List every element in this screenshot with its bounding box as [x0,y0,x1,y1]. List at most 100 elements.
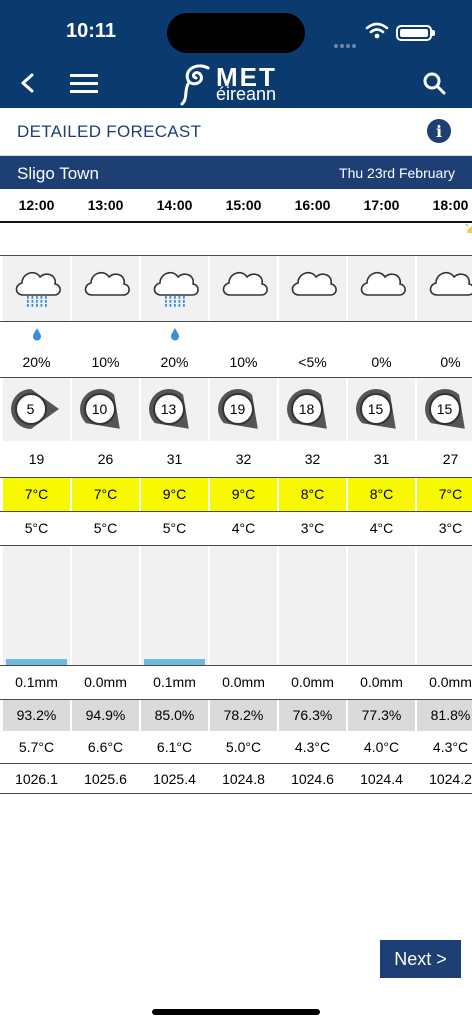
forecast-grid[interactable]: 12:00 20% 5 19 7°C 5°C 0.1mm 93.2% 5.7°C 1026.1 13… [0,189,472,794]
home-indicator [152,1009,320,1015]
humidity: 76.3% [279,699,346,731]
wind-gust: 32 [304,451,321,467]
next-button[interactable]: Next > [380,940,461,978]
wind-direction-icon: 15 [419,387,472,431]
row-divider [0,477,472,478]
row-divider [0,545,472,546]
raindrop-icon [32,328,41,341]
wind-speed: 5 [14,393,47,425]
sun-row-cell [141,221,208,255]
wind-gust: 31 [166,451,183,467]
row-divider [0,255,472,256]
location-bar: Sligo Town Thu 23rd February [0,156,472,189]
precip-probability: 20% [160,354,189,370]
forecast-column: 18:00 0% 15 27 7°C 3°C 0.0mm 81.8% 4.3°C 1024.2 [417,189,472,794]
cloud-rain-icon [149,265,201,312]
info-button[interactable]: i [427,119,451,143]
dynamic-island [167,13,305,53]
wind-gust: 19 [28,451,45,467]
humidity: 93.2% [3,699,70,731]
cloud-icon [287,265,339,312]
sun-row-cell [72,221,139,255]
wind-direction-icon: 15 [350,387,414,431]
forecast-column: 16:00 <5% 18 32 8°C 3°C 0.0mm 76.3% 4.3°C 1024.6 [279,189,346,794]
cloud-rain-icon [11,265,63,312]
logo-text-eireann: éireann [216,84,277,104]
wind-direction-icon: 18 [281,387,345,431]
dew-point: 4.3°C [294,739,331,755]
chevron-left-icon [21,73,34,93]
precip-probability: <5% [298,354,327,370]
battery-icon [396,25,435,41]
row-divider [0,377,472,378]
forecast-date: Thu 23rd February [339,165,455,181]
wind-speed: 13 [152,393,185,425]
min-temp: 3°C [300,520,325,536]
dew-point: 5.0°C [225,739,262,755]
precip-probability: 10% [91,354,120,370]
dew-point: 6.6°C [87,739,124,755]
min-temp: 5°C [24,520,49,536]
page-title: DETAILED FORECAST [17,122,202,141]
sun-row-cell [348,221,415,255]
forecast-column: 12:00 20% 5 19 7°C 5°C 0.1mm 93.2% 5.7°C 1026.1 [3,189,70,794]
min-temp: 3°C [438,520,463,536]
raindrop-icon [170,328,179,341]
dew-point: 5.7°C [18,739,55,755]
row-divider [0,665,472,666]
pressure: 1024.2 [429,770,472,787]
sun-row-cell [279,221,346,255]
rain-amount: 0.0mm [429,674,472,690]
rain-bar-cell [417,545,472,665]
forecast-column: 13:00 10% 10 26 7°C 5°C 0.0mm 94.9% 6.6°C 1025.6 [72,189,139,794]
dew-point: 4.0°C [363,739,400,755]
forecast-column: 15:00 10% 19 32 9°C 4°C 0.0mm 78.2% 5.0°C 1024.8 [210,189,277,794]
pressure: 1025.4 [153,770,196,787]
row-divider [0,793,472,794]
wind-speed: 15 [359,393,392,425]
humidity: 77.3% [348,699,415,731]
hour-label: 13:00 [87,197,124,213]
rain-bar-cell [210,545,277,665]
hamburger-menu-icon [70,74,98,93]
menu-button[interactable] [66,66,102,100]
wind-direction-icon: 19 [212,387,276,431]
rain-bar-cell [348,545,415,665]
cloud-icon [80,265,132,312]
max-temp: 7°C [3,477,70,511]
rain-bar-cell [72,545,139,665]
humidity: 94.9% [72,699,139,731]
max-temp: 7°C [417,477,472,511]
rain-amount: 0.1mm [15,674,58,690]
dew-point: 4.3°C [432,739,469,755]
nav-bar: MET éireann [0,58,472,108]
min-temp: 5°C [162,520,187,536]
status-time: 10:11 [66,20,117,42]
wind-direction-icon: 5 [5,387,69,431]
pressure: 1024.6 [291,770,334,787]
hour-label: 12:00 [18,197,55,213]
rain-amount: 0.0mm [360,674,403,690]
rain-bar-cell [3,545,70,665]
min-temp: 4°C [231,520,256,536]
hour-label: 14:00 [156,197,193,213]
precip-probability: 10% [229,354,258,370]
cellular-signal-icon [334,35,358,53]
row-divider [0,221,472,223]
wind-gust: 26 [97,451,114,467]
wind-gust: 32 [235,451,252,467]
hour-label: 15:00 [225,197,262,213]
pressure: 1024.4 [360,770,403,787]
back-button[interactable] [10,66,46,100]
row-divider [0,699,472,700]
max-temp: 9°C [141,477,208,511]
info-icon: i [435,121,443,141]
wind-direction-icon: 10 [74,387,138,431]
pressure: 1026.1 [15,770,58,787]
search-icon [423,72,446,95]
rain-amount: 0.1mm [153,674,196,690]
wifi-icon [365,22,389,45]
humidity: 78.2% [210,699,277,731]
search-button[interactable] [416,66,452,100]
rain-amount: 0.0mm [84,674,127,690]
